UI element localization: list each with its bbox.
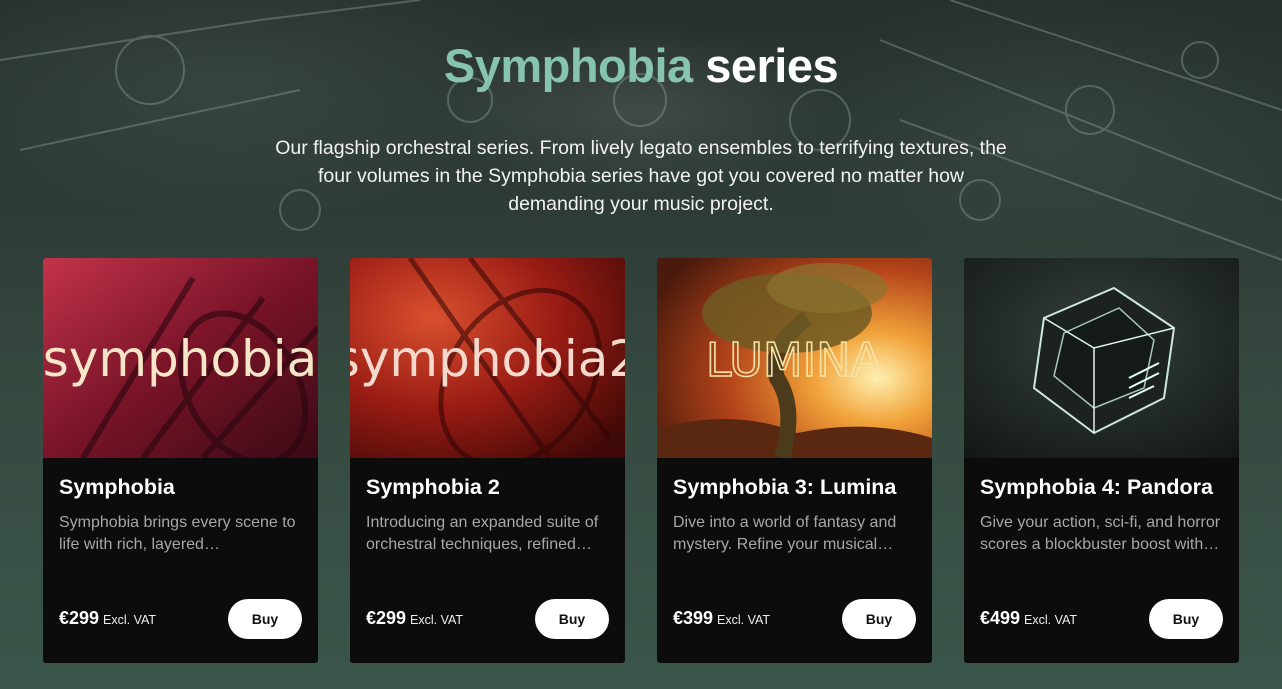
product-card-symphobia[interactable]: symphobia Symphobia Symphobia brings eve… [43, 258, 318, 663]
vat-label: Excl. VAT [103, 613, 157, 627]
product-card-symphobia-3-lumina[interactable]: LUMINA Symphobia 3: Lumina Dive into a w… [657, 258, 932, 663]
product-description: Introducing an expanded suite of orchest… [366, 514, 599, 553]
price-value: €499 [980, 608, 1021, 628]
product-description: Give your action, sci-fi, and horror sco… [980, 514, 1221, 553]
product-cover-pandora[interactable] [964, 258, 1239, 458]
title-rest: series [705, 39, 839, 92]
product-card-symphobia-4-pandora[interactable]: Symphobia 4: Pandora Give your action, s… [964, 258, 1239, 663]
product-title[interactable]: Symphobia [59, 475, 309, 500]
product-title[interactable]: Symphobia 4: Pandora [980, 475, 1230, 500]
product-description: Dive into a world of fantasy and mystery… [673, 514, 897, 553]
product-description: Symphobia brings every scene to life wit… [59, 514, 296, 553]
title-accent: Symphobia [443, 39, 693, 92]
svg-text:symphobia: symphobia [43, 330, 317, 388]
product-card-symphobia-2[interactable]: symphobia2 Symphobia 2 Introducing an ex… [350, 258, 625, 663]
product-price: €399 Excl. VAT [673, 608, 770, 629]
product-price: €499 Excl. VAT [980, 608, 1077, 629]
vat-label: Excl. VAT [1024, 613, 1078, 627]
buy-button[interactable]: Buy [228, 599, 302, 639]
vat-label: Excl. VAT [717, 613, 771, 627]
page-subtitle: Our flagship orchestral series. From liv… [275, 137, 1007, 215]
product-title[interactable]: Symphobia 3: Lumina [673, 475, 923, 500]
price-value: €299 [59, 608, 100, 628]
product-cover-symphobia[interactable]: symphobia [43, 258, 318, 458]
product-price: €299 Excl. VAT [366, 608, 463, 629]
vat-label: Excl. VAT [410, 613, 464, 627]
price-value: €399 [673, 608, 714, 628]
buy-button[interactable]: Buy [1149, 599, 1223, 639]
product-cover-lumina[interactable]: LUMINA [657, 258, 932, 458]
product-price: €299 Excl. VAT [59, 608, 156, 629]
buy-button[interactable]: Buy [535, 599, 609, 639]
page-title: Symphobia series [0, 38, 1282, 93]
buy-button[interactable]: Buy [842, 599, 916, 639]
svg-text:LUMINA: LUMINA [706, 333, 883, 387]
svg-text:symphobia2: symphobia2 [350, 330, 625, 388]
product-title[interactable]: Symphobia 2 [366, 475, 616, 500]
product-cover-symphobia-2[interactable]: symphobia2 [350, 258, 625, 458]
price-value: €299 [366, 608, 407, 628]
